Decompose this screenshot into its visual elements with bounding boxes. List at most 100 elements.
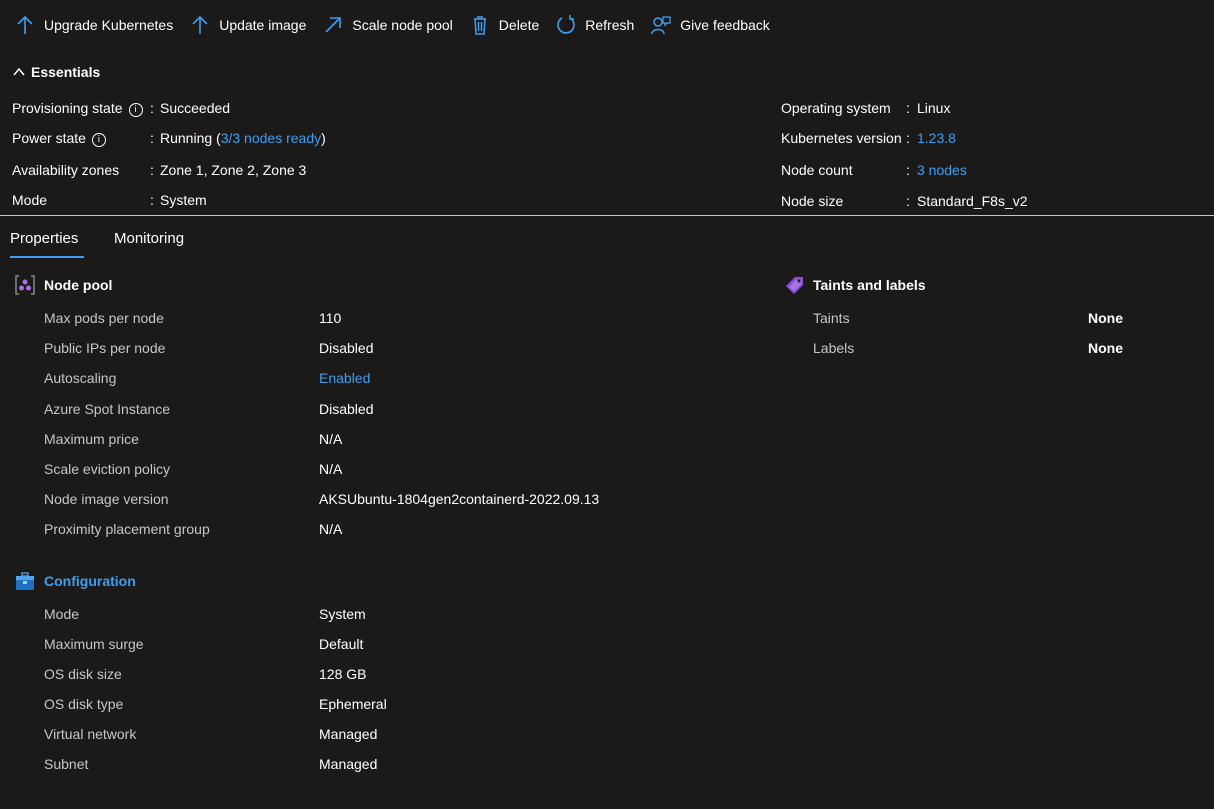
node-count-link[interactable]: 3 nodes xyxy=(917,162,967,178)
provisioning-state-row: Provisioning state i : Succeeded xyxy=(12,100,412,118)
property-value: Disabled xyxy=(319,401,374,417)
property-value: N/A xyxy=(319,461,343,477)
property-label: Max pods per node xyxy=(44,310,164,326)
update-image-button[interactable]: Update image xyxy=(189,14,306,36)
property-value: N/A xyxy=(319,521,343,537)
configuration-title: Configuration xyxy=(44,573,136,589)
property-value: None xyxy=(1088,310,1123,326)
upgrade-kubernetes-label: Upgrade Kubernetes xyxy=(44,17,174,33)
kubernetes-version-label: Kubernetes version xyxy=(781,130,902,146)
kubernetes-version-row: Kubernetes version : 1.23.8 xyxy=(781,130,1181,148)
taints-heading: Taints and labels xyxy=(783,274,926,296)
separator: : xyxy=(906,193,910,209)
scale-node-pool-label: Scale node pool xyxy=(352,17,453,33)
refresh-icon xyxy=(557,15,576,34)
trash-icon xyxy=(473,16,486,35)
tab-properties[interactable]: Properties xyxy=(10,230,78,247)
node-count-label: Node count xyxy=(781,162,853,178)
separator: : xyxy=(906,100,910,116)
configuration-icon xyxy=(16,572,34,590)
tab-monitoring[interactable]: Monitoring xyxy=(114,230,184,247)
property-value: Ephemeral xyxy=(319,696,387,712)
property-label: Maximum price xyxy=(44,431,139,447)
node-pool-icon xyxy=(15,275,35,295)
node-count-row: Node count : 3 nodes xyxy=(781,162,1181,180)
property-label: Proximity placement group xyxy=(44,521,210,537)
property-value: None xyxy=(1088,340,1123,356)
operating-system-row: Operating system : Linux xyxy=(781,100,1181,118)
chevron-up-icon xyxy=(13,67,25,76)
update-image-label: Update image xyxy=(219,17,307,33)
property-value: N/A xyxy=(319,431,343,447)
property-value: System xyxy=(319,606,366,622)
availability-zones-value: Zone 1, Zone 2, Zone 3 xyxy=(160,162,307,178)
power-state-prefix: Running ( xyxy=(160,130,221,146)
autoscaling-link[interactable]: Enabled xyxy=(319,370,370,386)
essentials-toggle[interactable]: Essentials xyxy=(12,64,100,80)
power-state-row: Power state i : Running (3/3 nodes ready) xyxy=(12,130,412,148)
essentials-title: Essentials xyxy=(31,64,101,80)
scale-node-pool-button[interactable]: Scale node pool xyxy=(322,14,453,36)
tag-icon xyxy=(786,277,803,294)
property-value: AKSUbuntu-1804gen2containerd-2022.09.13 xyxy=(319,491,600,507)
power-state-value: Running (3/3 nodes ready) xyxy=(160,130,326,146)
provisioning-state-key: Provisioning state i xyxy=(12,100,143,117)
power-state-key: Power state i xyxy=(12,130,106,147)
property-value: 128 GB xyxy=(319,666,367,682)
availability-zones-label: Availability zones xyxy=(12,162,120,178)
mode-label: Mode xyxy=(12,192,48,208)
feedback-icon xyxy=(651,16,671,35)
separator: : xyxy=(150,100,154,116)
power-state-label: Power state xyxy=(12,130,86,146)
kubernetes-version-link[interactable]: 1.23.8 xyxy=(917,130,956,146)
property-label: Mode xyxy=(44,606,80,622)
property-label: Node image version xyxy=(44,491,169,507)
property-label: Virtual network xyxy=(44,726,137,742)
property-value: Default xyxy=(319,636,364,652)
operating-system-value: Linux xyxy=(917,100,951,116)
property-value: Managed xyxy=(319,756,378,772)
give-feedback-button[interactable]: Give feedback xyxy=(650,14,770,36)
delete-label: Delete xyxy=(498,17,540,33)
taints-title: Taints and labels xyxy=(813,277,926,293)
refresh-button[interactable]: Refresh xyxy=(555,14,634,36)
tab-active-indicator xyxy=(10,256,84,258)
property-value: Managed xyxy=(319,726,378,742)
node-pool-heading: Node pool xyxy=(14,274,112,296)
info-icon[interactable]: i xyxy=(91,133,106,147)
provisioning-state-label: Provisioning state xyxy=(12,100,123,116)
give-feedback-label: Give feedback xyxy=(680,17,770,33)
nodes-ready-link[interactable]: 3/3 nodes ready xyxy=(221,130,321,146)
property-label: Maximum surge xyxy=(44,636,144,652)
property-value: 110 xyxy=(319,310,342,326)
power-state-suffix: ) xyxy=(321,130,326,146)
arrow-up-icon xyxy=(192,15,208,34)
provisioning-state-value: Succeeded xyxy=(160,100,231,116)
property-value: Disabled xyxy=(319,340,374,356)
separator: : xyxy=(150,192,154,208)
property-label: Taints xyxy=(813,310,850,326)
essentials-divider xyxy=(0,215,1214,216)
property-label: OS disk type xyxy=(44,696,124,712)
node-size-row: Node size : Standard_F8s_v2 xyxy=(781,193,1181,211)
upgrade-kubernetes-button[interactable]: Upgrade Kubernetes xyxy=(14,14,173,36)
property-label: OS disk size xyxy=(44,666,122,682)
node-pool-title: Node pool xyxy=(44,277,113,293)
arrow-up-icon xyxy=(17,15,33,34)
property-label: Public IPs per node xyxy=(44,340,166,356)
separator: : xyxy=(906,162,910,178)
mode-value: System xyxy=(160,192,207,208)
separator: : xyxy=(150,130,154,146)
mode-row: Mode : System xyxy=(12,192,412,210)
info-icon[interactable]: i xyxy=(128,103,143,117)
node-size-label: Node size xyxy=(781,193,844,209)
property-label: Autoscaling xyxy=(44,370,117,386)
node-size-value: Standard_F8s_v2 xyxy=(917,193,1028,209)
command-bar: Upgrade Kubernetes Update image Scale no… xyxy=(0,0,786,50)
property-label: Scale eviction policy xyxy=(44,461,171,477)
delete-button[interactable]: Delete xyxy=(469,14,539,36)
property-label: Labels xyxy=(813,340,855,356)
scale-arrow-icon xyxy=(325,17,342,33)
availability-zones-row: Availability zones : Zone 1, Zone 2, Zon… xyxy=(12,162,412,180)
refresh-label: Refresh xyxy=(585,17,635,33)
